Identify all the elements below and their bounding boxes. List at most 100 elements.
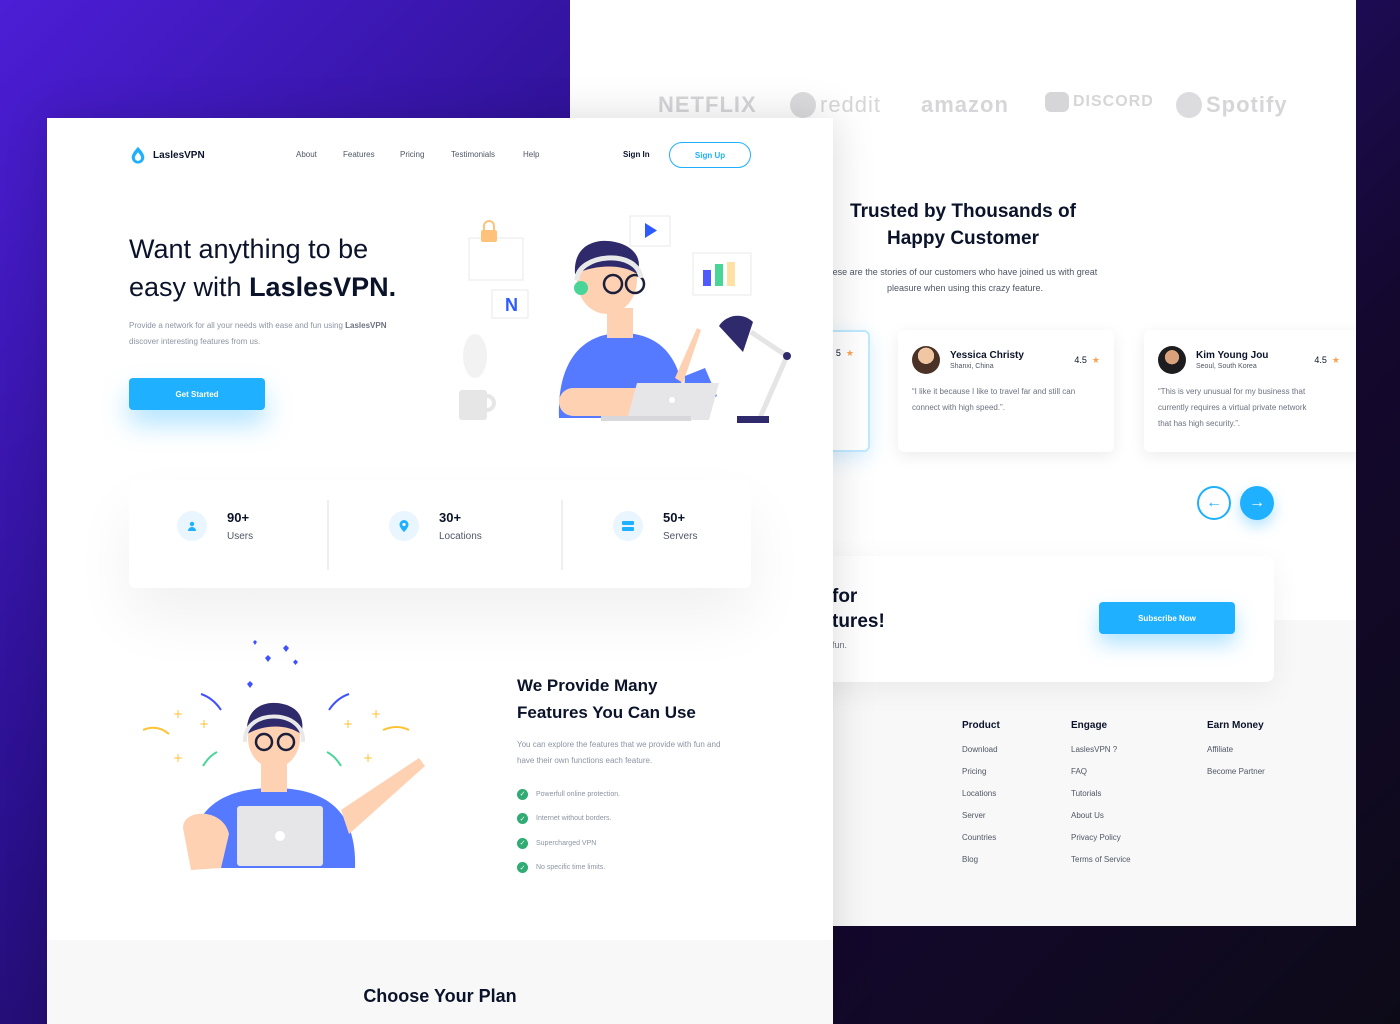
footer-column-engage: Engage LaslesVPN ? FAQ Tutorials About U…	[1071, 720, 1131, 877]
stats-card: 90+ Users 30+ Locations 50+ Servers	[129, 480, 751, 588]
plan-section-background	[47, 940, 833, 1024]
nav-testimonials[interactable]: Testimonials	[451, 150, 495, 159]
stat-value: 30+	[439, 510, 462, 525]
star-icon: ★	[1331, 354, 1340, 365]
rating: 4.5 ★	[1314, 354, 1340, 365]
stat-value: 50+	[663, 510, 686, 525]
reviewer-name: Yessica Christy	[950, 350, 1024, 361]
carousel-next-button[interactable]: →	[1240, 486, 1274, 520]
sign-in-link[interactable]: Sign In	[623, 150, 650, 159]
footer-heading: Product	[962, 720, 1000, 731]
star-icon: ★	[845, 348, 854, 358]
stat-value: 90+	[227, 510, 250, 525]
logo-drop-icon	[131, 146, 145, 164]
stat-label: Users	[227, 531, 254, 542]
stat-label: Locations	[439, 531, 482, 542]
footer-link[interactable]: Countries	[962, 833, 1000, 842]
testimonial-quote: “I like it because I like to travel far …	[912, 387, 1076, 412]
nav-features[interactable]: Features	[343, 150, 375, 159]
svg-text:N: N	[505, 295, 518, 315]
footer-link[interactable]: Blog	[962, 855, 1000, 864]
plan-title: Choose Your Plan	[363, 986, 517, 1006]
testimonials-title: Trusted by Thousands of Happy Customer	[850, 201, 1076, 249]
footer-link[interactable]: Terms of Service	[1071, 855, 1131, 864]
stat-label: Servers	[663, 531, 698, 542]
user-icon	[177, 511, 207, 541]
rating: 4.5 ★	[1074, 354, 1100, 365]
footer-link[interactable]: Affiliate	[1207, 745, 1265, 754]
testimonials-description: ese are the stories of our customers who…	[832, 267, 1098, 293]
footer-link[interactable]: About Us	[1071, 811, 1131, 820]
footer-link[interactable]: Tutorials	[1071, 789, 1131, 798]
footer-link[interactable]: Server	[962, 811, 1000, 820]
hero-illustration: N	[459, 215, 791, 423]
subscribe-button[interactable]: Subscribe Now	[1099, 602, 1235, 634]
subscribe-title: for tures!	[832, 586, 885, 632]
nav-pricing[interactable]: Pricing	[400, 150, 424, 159]
brand-reddit: reddit	[790, 92, 881, 118]
list-item: ✓ Powerfull online protection.	[517, 782, 620, 807]
features-title: We Provide Many Features You Can Use	[517, 676, 696, 722]
nav-about[interactable]: About	[296, 150, 317, 159]
svg-text:+: +	[343, 717, 353, 731]
svg-text:+: +	[173, 751, 183, 765]
arrow-right-icon: →	[1249, 494, 1265, 511]
nav-help[interactable]: Help	[523, 150, 539, 159]
svg-text:+: +	[173, 707, 183, 721]
avatar	[1158, 346, 1186, 374]
arrow-left-icon: ←	[1206, 494, 1222, 511]
stat-servers: 50+ Servers	[613, 510, 697, 542]
features-list: ✓ Powerfull online protection. ✓ Internet …	[517, 782, 620, 880]
hero-title: Want anything to be easy with LaslesVPN.	[129, 234, 397, 302]
brand-amazon: amazon	[921, 92, 1009, 117]
testimonial-card[interactable]: Yessica Christy Shanxi, China 4.5 ★ “I li…	[898, 330, 1114, 452]
footer-column-earn-money: Earn Money Affiliate Become Partner	[1207, 720, 1265, 789]
lock-icon	[481, 220, 497, 242]
divider	[561, 500, 563, 570]
location-pin-icon	[389, 511, 419, 541]
footer-link[interactable]: Become Partner	[1207, 767, 1265, 776]
check-icon: ✓	[517, 788, 528, 800]
brand-discord: DISCORD	[1045, 92, 1154, 112]
footer-link[interactable]: Pricing	[962, 767, 1000, 776]
features-description: You can explore the features that we pro…	[517, 740, 721, 765]
rating: 5 ★	[835, 348, 854, 358]
stat-users: 90+ Users	[177, 510, 253, 542]
check-icon: ✓	[517, 813, 528, 825]
front-page-preview: LaslesVPN About Features Pricing Testimo…	[47, 118, 833, 1024]
reviewer-location: Shanxi, China	[950, 363, 994, 370]
brand-logo[interactable]: LaslesVPN	[129, 146, 205, 164]
star-icon: ★	[1091, 354, 1100, 365]
reviewer-name: Kim Young Jou	[1196, 350, 1269, 361]
footer-link[interactable]: Download	[962, 745, 1000, 754]
footer-column-product: Product Download Pricing Locations Serve…	[962, 720, 1000, 877]
server-icon	[613, 511, 643, 541]
list-item: ✓ Supercharged VPN	[517, 831, 620, 856]
discord-icon	[1045, 92, 1069, 112]
testimonial-card[interactable]: Kim Young Jou Seoul, South Korea 4.5 ★ “T…	[1144, 330, 1356, 452]
hero-description: Provide a network for all your needs wit…	[129, 321, 387, 346]
divider	[327, 500, 329, 570]
footer-link[interactable]: Privacy Policy	[1071, 833, 1131, 842]
testimonial-quote: “This is very unusual for my business th…	[1158, 387, 1307, 428]
footer-link[interactable]: FAQ	[1071, 767, 1131, 776]
footer-heading: Engage	[1071, 720, 1108, 731]
svg-text:+: +	[199, 717, 209, 731]
brand-spotify: Spotify	[1176, 92, 1288, 118]
get-started-button[interactable]: Get Started	[129, 378, 265, 410]
hearts	[247, 640, 298, 688]
brand-netflix: NETFLIX	[658, 92, 757, 117]
carousel-prev-button[interactable]: ←	[1197, 486, 1231, 520]
footer-link[interactable]: LaslesVPN ?	[1071, 745, 1131, 754]
footer-link[interactable]: Locations	[962, 789, 1000, 798]
spotify-icon	[1176, 92, 1202, 118]
list-item: ✓ Internet without borders.	[517, 807, 620, 832]
sign-up-button[interactable]: Sign Up	[669, 142, 751, 168]
stat-locations: 30+ Locations	[389, 510, 482, 542]
list-item: ✓ No specific time limits.	[517, 856, 620, 881]
check-icon: ✓	[517, 862, 528, 874]
reddit-icon	[790, 92, 816, 118]
features-illustration: + + + + + +	[143, 640, 425, 870]
check-icon: ✓	[517, 837, 528, 849]
reviewer-location: Seoul, South Korea	[1196, 363, 1257, 370]
